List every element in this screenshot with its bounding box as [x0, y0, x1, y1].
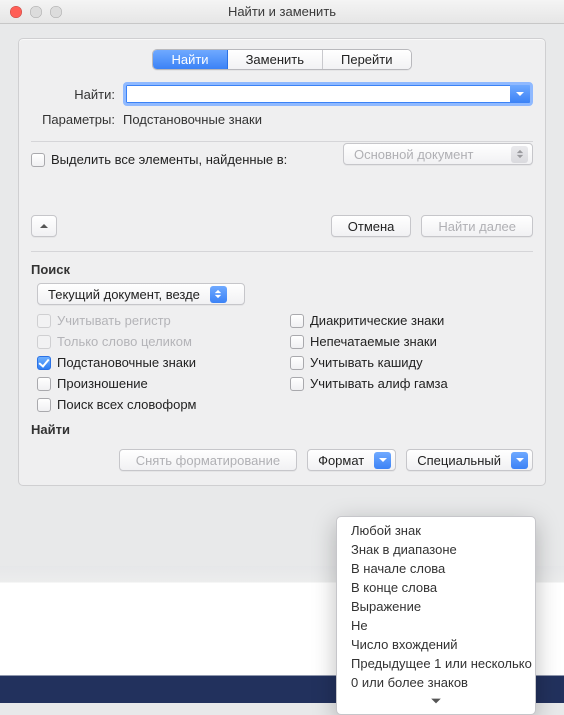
special-menu-item-5[interactable]: Не [337, 616, 535, 635]
find-section-heading: Найти [31, 422, 533, 437]
special-menu-item-2[interactable]: В начале слова [337, 559, 535, 578]
updown-caret-icon [210, 286, 227, 303]
checkbox-icon [37, 377, 51, 391]
chevron-down-icon [511, 452, 528, 469]
checkbox-icon [31, 153, 45, 167]
cancel-button[interactable]: Отмена [331, 215, 412, 237]
special-menu-item-6[interactable]: Число вхождений [337, 635, 535, 654]
search-scope-value: Текущий документ, везде [48, 287, 210, 302]
highlight-scope-dropdown: Основной документ [343, 143, 533, 165]
checkbox-icon [37, 314, 51, 328]
window-title: Найти и заменить [0, 4, 564, 19]
clear-formatting-button: Снять форматирование [119, 449, 297, 471]
search-option-right-1[interactable]: Непечатаемые знаки [290, 334, 533, 349]
option-label: Диакритические знаки [310, 313, 444, 328]
option-label: Учитывать регистр [57, 313, 171, 328]
search-option-right-2[interactable]: Учитывать кашиду [290, 355, 533, 370]
special-dropdown[interactable]: Специальный [406, 449, 533, 471]
option-label: Поиск всех словоформ [57, 397, 197, 412]
option-label: Учитывать алиф гамза [310, 376, 448, 391]
option-label: Только слово целиком [57, 334, 192, 349]
search-option-left-2[interactable]: Подстановочные знаки [37, 355, 280, 370]
search-option-left-4[interactable]: Поиск всех словоформ [37, 397, 280, 412]
special-menu-item-7[interactable]: Предыдущее 1 или несколько [337, 654, 535, 673]
find-input[interactable] [126, 87, 510, 102]
updown-caret-icon [511, 146, 528, 163]
search-option-right-0[interactable]: Диакритические знаки [290, 313, 533, 328]
special-menu-item-1[interactable]: Знак в диапазоне [337, 540, 535, 559]
search-option-right-3[interactable]: Учитывать алиф гамза [290, 376, 533, 391]
find-next-button: Найти далее [421, 215, 533, 237]
search-heading: Поиск [31, 262, 533, 277]
tab-goto[interactable]: Перейти [323, 50, 411, 69]
search-option-left-0: Учитывать регистр [37, 313, 280, 328]
find-combo[interactable] [123, 82, 533, 106]
tab-replace[interactable]: Заменить [228, 50, 323, 69]
menu-more-indicator[interactable] [337, 692, 535, 710]
checkbox-icon [290, 356, 304, 370]
search-option-left-1: Только слово целиком [37, 334, 280, 349]
mode-tabs: Найти Заменить Перейти [152, 49, 411, 70]
checkbox-icon [290, 377, 304, 391]
find-label: Найти: [31, 87, 123, 102]
tab-find[interactable]: Найти [153, 50, 227, 69]
highlight-scope-value: Основной документ [354, 147, 484, 162]
params-value: Подстановочные знаки [123, 112, 262, 127]
checkbox-icon [37, 356, 51, 370]
highlight-all-checkbox[interactable]: Выделить все элементы, найденные в: [31, 152, 287, 167]
collapse-button[interactable] [31, 215, 57, 237]
checkbox-icon [290, 314, 304, 328]
option-label: Произношение [57, 376, 148, 391]
chevron-down-icon [374, 452, 391, 469]
checkbox-icon [290, 335, 304, 349]
search-option-left-3[interactable]: Произношение [37, 376, 280, 391]
special-menu-item-8[interactable]: 0 или более знаков [337, 673, 535, 692]
checkbox-icon [37, 335, 51, 349]
special-menu-item-3[interactable]: В конце слова [337, 578, 535, 597]
format-dropdown[interactable]: Формат [307, 449, 396, 471]
option-label: Подстановочные знаки [57, 355, 196, 370]
special-menu-item-4[interactable]: Выражение [337, 597, 535, 616]
titlebar: Найти и заменить [0, 0, 564, 24]
checkbox-icon [37, 398, 51, 412]
params-label: Параметры: [31, 112, 123, 127]
special-menu-item-0[interactable]: Любой знак [337, 521, 535, 540]
find-history-caret[interactable] [510, 85, 530, 103]
special-menu[interactable]: Любой знакЗнак в диапазонеВ начале слова… [336, 516, 536, 715]
option-label: Непечатаемые знаки [310, 334, 437, 349]
highlight-all-label: Выделить все элементы, найденные в: [51, 152, 287, 167]
search-scope-dropdown[interactable]: Текущий документ, везде [37, 283, 245, 305]
option-label: Учитывать кашиду [310, 355, 423, 370]
